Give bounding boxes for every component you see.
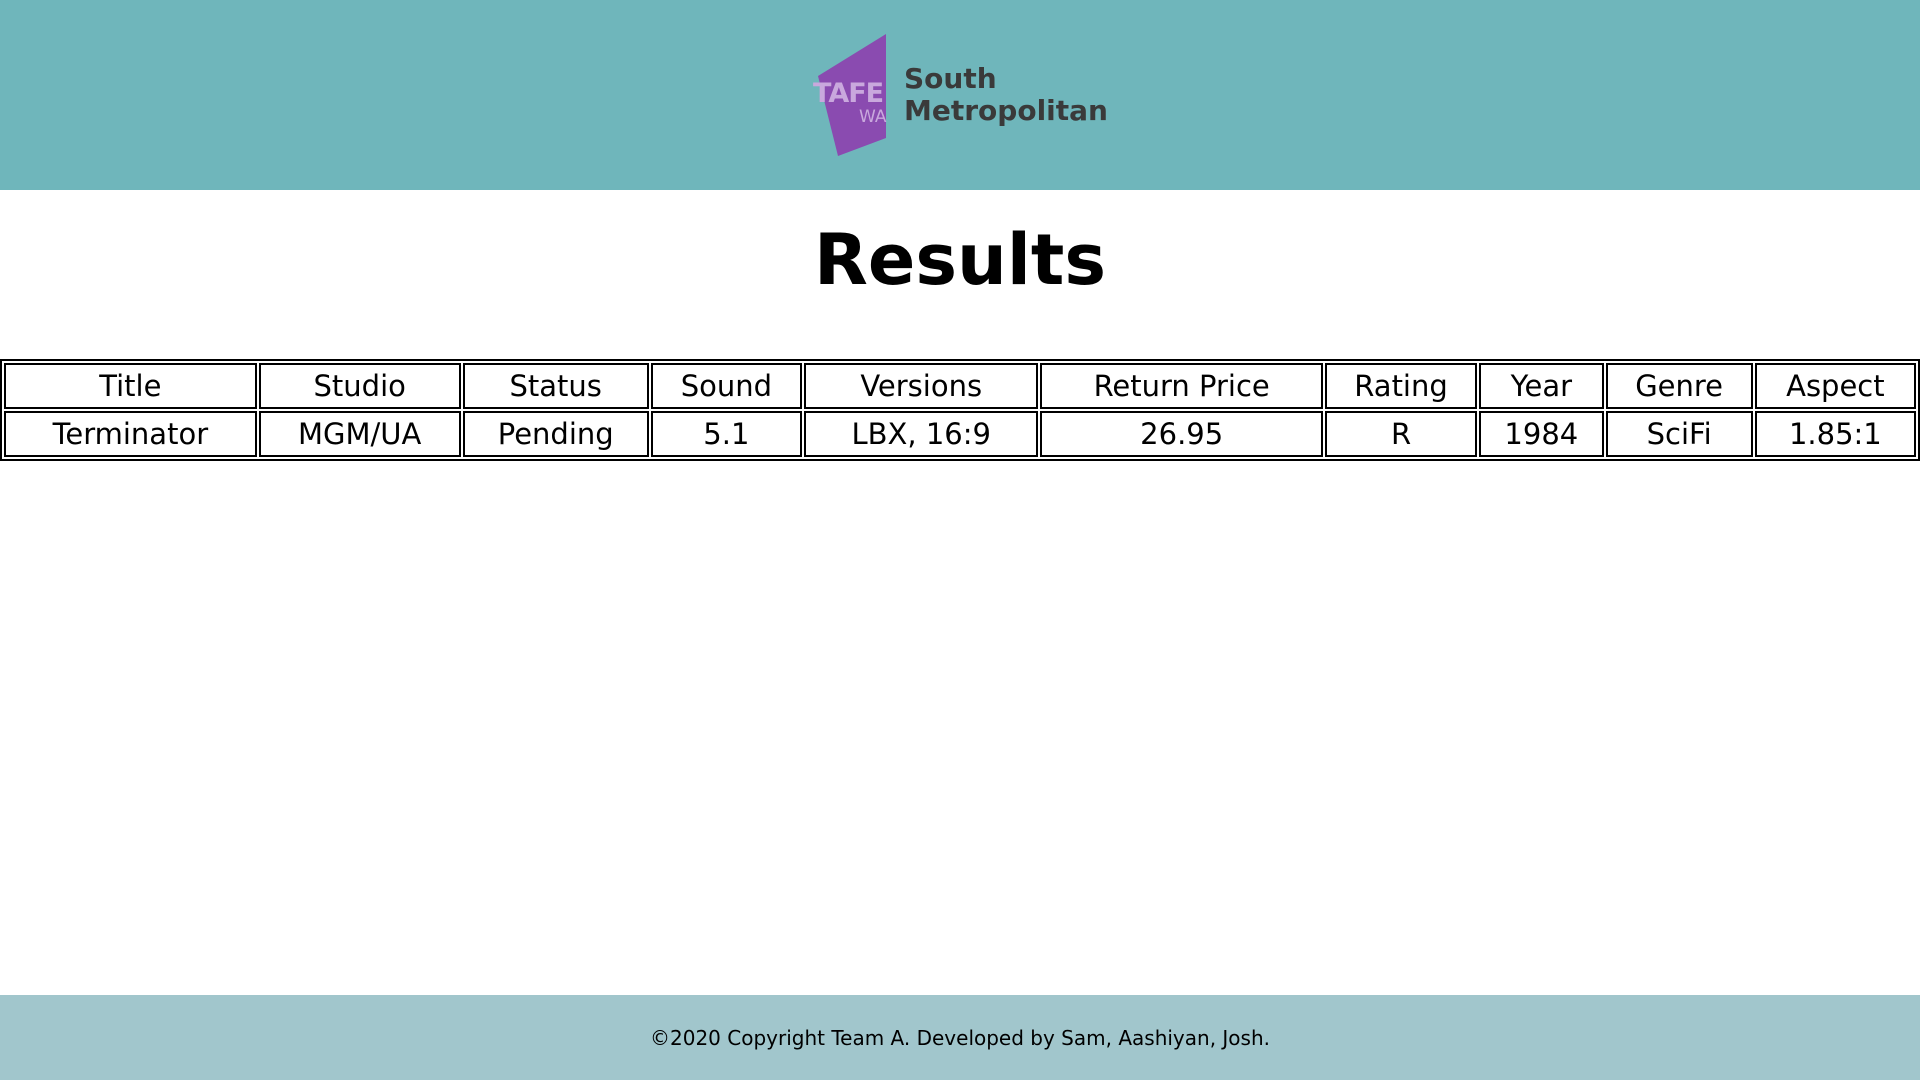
- title-section: Results: [0, 215, 1920, 305]
- copyright-text: ©2020 Copyright Team A. Developed by Sam…: [650, 1025, 1270, 1050]
- page: TAFE WA South Metropolitan Results Title…: [0, 0, 1920, 1080]
- logo-wordmark: South Metropolitan: [904, 63, 1108, 127]
- table-row: Terminator MGM/UA Pending 5.1 LBX, 16:9 …: [4, 411, 1916, 457]
- cell-sound: 5.1: [650, 411, 802, 457]
- cell-year: 1984: [1479, 411, 1604, 457]
- cell-rating: R: [1324, 411, 1478, 457]
- svg-text:TAFE: TAFE: [813, 78, 883, 109]
- column-header-return-price: Return Price: [1040, 363, 1323, 409]
- cell-aspect: 1.85:1: [1754, 411, 1916, 457]
- column-header-genre: Genre: [1605, 363, 1753, 409]
- logo-line-south: South: [904, 62, 997, 95]
- results-table-container: Title Studio Status Sound Versions Retur…: [0, 359, 1920, 461]
- column-header-studio: Studio: [258, 363, 461, 409]
- cell-title: Terminator: [4, 411, 257, 457]
- column-header-versions: Versions: [803, 363, 1039, 409]
- column-header-sound: Sound: [650, 363, 802, 409]
- cell-status: Pending: [462, 411, 649, 457]
- cell-studio: MGM/UA: [258, 411, 461, 457]
- tafe-logo[interactable]: TAFE WA South Metropolitan: [812, 34, 1108, 156]
- results-table: Title Studio Status Sound Versions Retur…: [0, 359, 1920, 461]
- column-header-year: Year: [1479, 363, 1604, 409]
- svg-text:WA: WA: [859, 107, 887, 127]
- column-header-aspect: Aspect: [1754, 363, 1916, 409]
- tafe-logo-icon: TAFE WA: [812, 34, 894, 156]
- site-footer: ©2020 Copyright Team A. Developed by Sam…: [0, 995, 1920, 1080]
- logo-line-metropolitan: Metropolitan: [904, 94, 1108, 127]
- column-header-rating: Rating: [1324, 363, 1478, 409]
- page-title: Results: [814, 219, 1106, 301]
- column-header-status: Status: [462, 363, 649, 409]
- cell-versions: LBX, 16:9: [803, 411, 1039, 457]
- cell-genre: SciFi: [1605, 411, 1753, 457]
- cell-return-price: 26.95: [1040, 411, 1323, 457]
- site-header: TAFE WA South Metropolitan: [0, 0, 1920, 190]
- table-header-row: Title Studio Status Sound Versions Retur…: [4, 363, 1916, 409]
- column-header-title: Title: [4, 363, 257, 409]
